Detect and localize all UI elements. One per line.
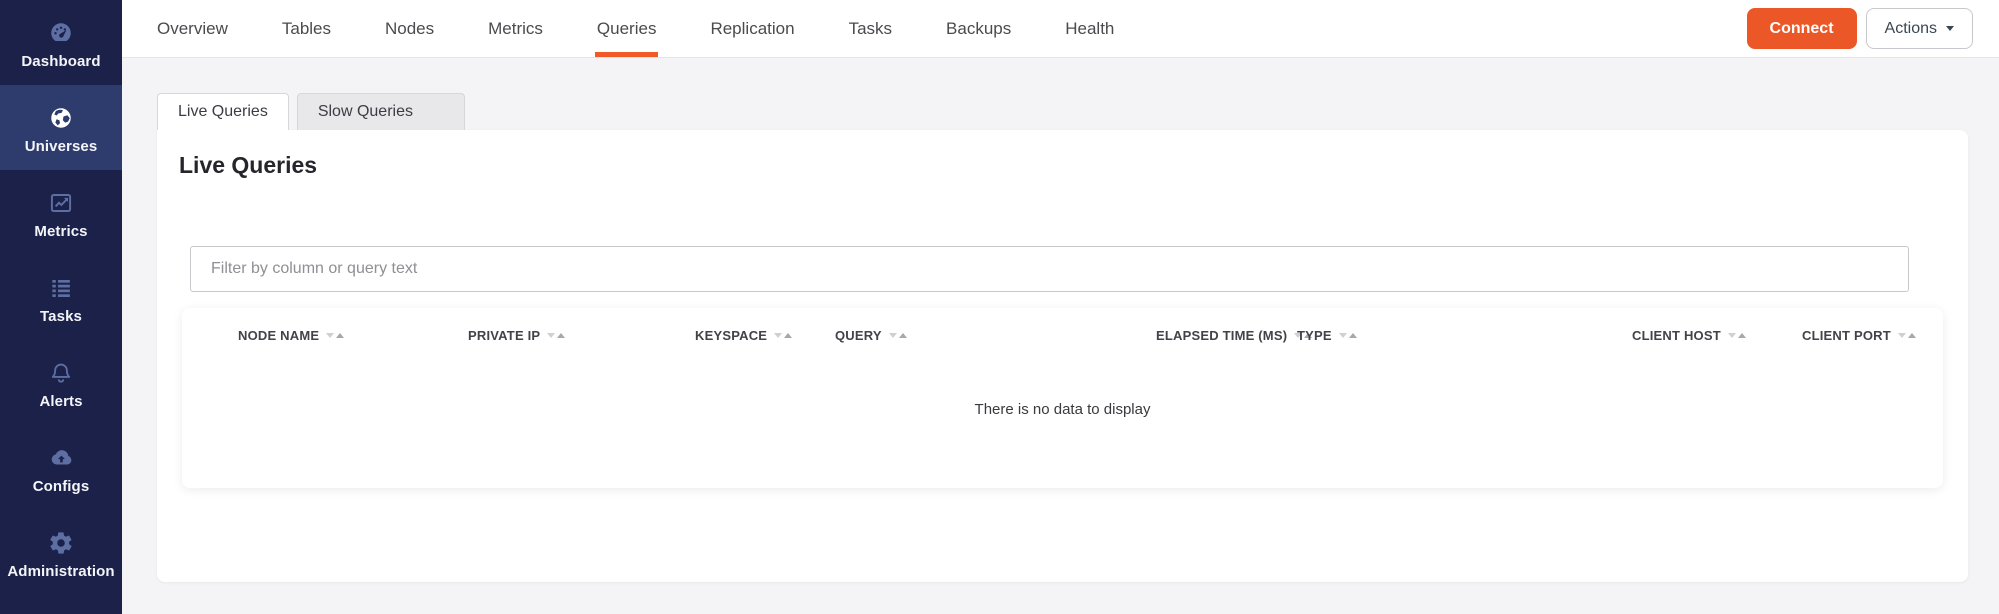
chevron-down-icon (1946, 26, 1954, 31)
topnav-links: Overview Tables Nodes Metrics Queries Re… (122, 0, 1166, 57)
tab-slow-queries[interactable]: Slow Queries (297, 93, 465, 130)
sort-icon[interactable] (547, 333, 565, 338)
line-chart-icon (48, 190, 74, 217)
gauge-icon (48, 20, 74, 47)
column-header-keyspace[interactable]: KEYSPACE (695, 328, 835, 343)
sidebar-item-label: Dashboard (21, 53, 100, 70)
sidebar-item-label: Administration (7, 563, 114, 580)
main-area: Overview Tables Nodes Metrics Queries Re… (122, 0, 1999, 614)
sort-icon[interactable] (889, 333, 907, 338)
bell-icon (48, 360, 74, 387)
sidebar-item-universes[interactable]: Universes (0, 85, 122, 170)
tab-queries[interactable]: Queries (595, 0, 659, 57)
table-header-row: NODE NAME PRIVATE IP KEYSPACE QUERY (182, 308, 1943, 343)
actions-label: Actions (1885, 20, 1937, 38)
live-queries-panel: Live Queries NODE NAME PRIVATE IP (157, 130, 1968, 582)
filter-wrap (190, 246, 1909, 292)
column-header-client-host[interactable]: CLIENT HOST (1632, 328, 1802, 343)
tab-overview[interactable]: Overview (155, 0, 230, 57)
tab-metrics[interactable]: Metrics (486, 0, 545, 57)
sidebar-item-tasks[interactable]: Tasks (0, 255, 122, 340)
sort-icon[interactable] (1898, 333, 1916, 338)
tab-tables[interactable]: Tables (280, 0, 333, 57)
sidebar-item-configs[interactable]: Configs (0, 425, 122, 510)
sidebar-item-alerts[interactable]: Alerts (0, 340, 122, 425)
queries-content: Live Queries Slow Queries Live Queries N… (122, 58, 1999, 614)
column-header-query[interactable]: QUERY (835, 328, 1156, 343)
connect-button[interactable]: Connect (1747, 8, 1857, 49)
sort-icon[interactable] (1728, 333, 1746, 338)
list-icon (48, 275, 74, 302)
sidebar-item-administration[interactable]: Administration (0, 510, 122, 595)
column-header-elapsed-time[interactable]: ELAPSED TIME (MS) (1156, 328, 1297, 343)
tab-replication[interactable]: Replication (708, 0, 796, 57)
actions-dropdown-button[interactable]: Actions (1866, 8, 1973, 49)
empty-table-message: There is no data to display (182, 401, 1943, 418)
sidebar-item-label: Alerts (39, 393, 82, 410)
tab-backups[interactable]: Backups (944, 0, 1013, 57)
sidebar-item-metrics[interactable]: Metrics (0, 170, 122, 255)
universe-topnav: Overview Tables Nodes Metrics Queries Re… (122, 0, 1999, 58)
sidebar-item-label: Metrics (34, 223, 87, 240)
page-title: Live Queries (157, 130, 1968, 179)
sidebar-item-dashboard[interactable]: Dashboard (0, 0, 122, 85)
tab-tasks[interactable]: Tasks (847, 0, 894, 57)
column-header-type[interactable]: TYPE (1297, 328, 1632, 343)
queries-table: NODE NAME PRIVATE IP KEYSPACE QUERY (182, 308, 1943, 488)
cloud-upload-icon (48, 445, 74, 472)
topbar-actions: Connect Actions (1747, 0, 1999, 57)
tab-live-queries[interactable]: Live Queries (157, 93, 289, 130)
app-window: Dashboard Universes (0, 0, 1999, 614)
globe-icon (48, 105, 74, 132)
column-header-private-ip[interactable]: PRIVATE IP (468, 328, 695, 343)
sort-icon[interactable] (774, 333, 792, 338)
tab-nodes[interactable]: Nodes (383, 0, 436, 57)
queries-subtabs: Live Queries Slow Queries (157, 93, 1999, 130)
column-header-node-name[interactable]: NODE NAME (238, 328, 468, 343)
column-header-client-port[interactable]: CLIENT PORT (1802, 328, 1943, 343)
query-filter-input[interactable] (190, 246, 1909, 292)
tab-health[interactable]: Health (1063, 0, 1116, 57)
gear-icon (48, 530, 74, 557)
sidebar: Dashboard Universes (0, 0, 122, 614)
sidebar-item-label: Configs (33, 478, 90, 495)
sort-icon[interactable] (326, 333, 344, 338)
sidebar-item-label: Universes (25, 138, 98, 155)
sort-icon[interactable] (1339, 333, 1357, 338)
sidebar-item-label: Tasks (40, 308, 82, 325)
